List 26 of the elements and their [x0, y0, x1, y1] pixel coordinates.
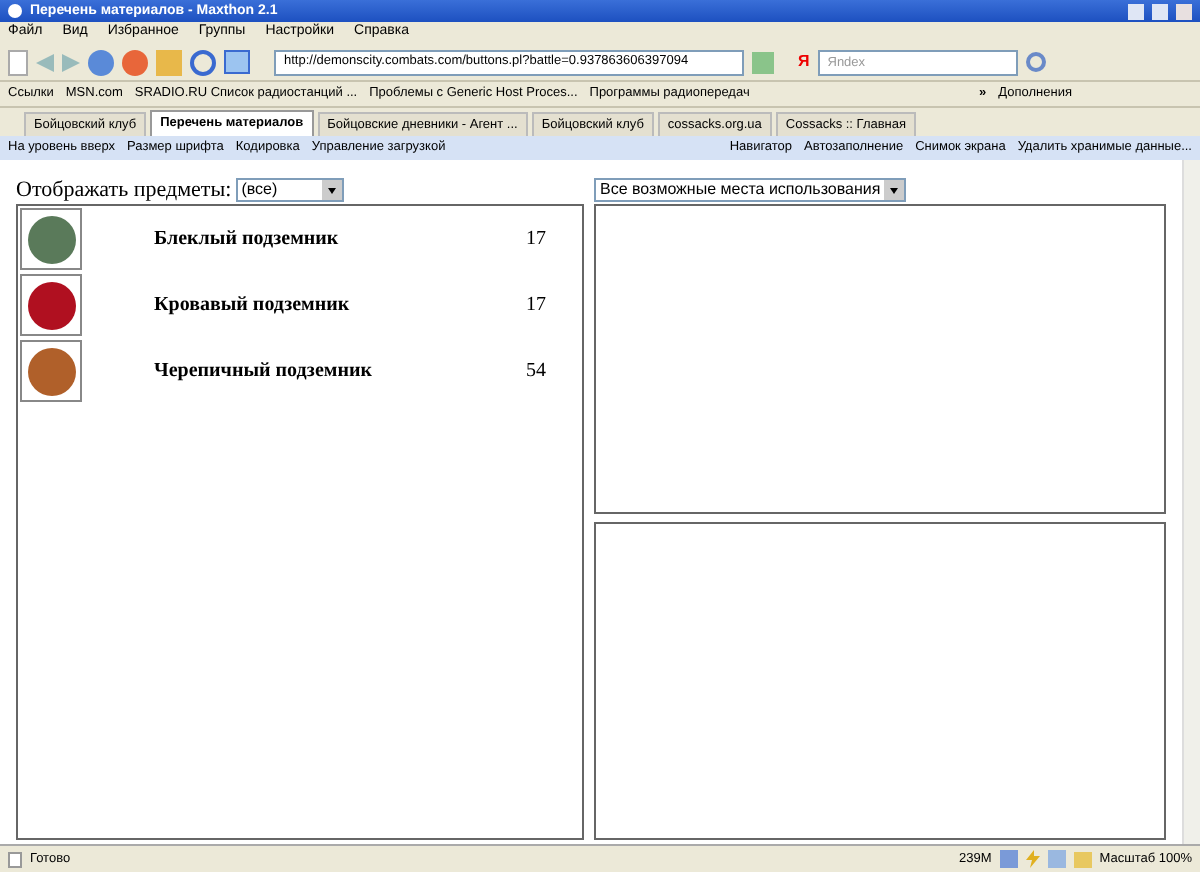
filter-dropdown[interactable]: (все) — [235, 178, 344, 202]
app-icon — [8, 4, 22, 18]
forward-icon[interactable] — [62, 53, 80, 71]
item-icon[interactable] — [20, 274, 82, 336]
close-button[interactable] — [1176, 3, 1192, 19]
item-count: 17 — [526, 226, 546, 254]
status-icon[interactable] — [1047, 850, 1066, 868]
item-name: Блеклый подземник — [154, 226, 341, 254]
back-icon[interactable] — [36, 53, 54, 71]
item-count: 54 — [526, 358, 546, 386]
places-dropdown[interactable]: Все возможные места использования — [594, 178, 907, 202]
new-page-icon[interactable] — [8, 49, 28, 75]
page-icon — [8, 851, 22, 867]
item-name: Черепичный подземник — [154, 358, 374, 386]
status-icon[interactable] — [999, 850, 1018, 868]
item-icon[interactable] — [20, 208, 82, 270]
filter-label: Отображать предметы: — [16, 175, 232, 206]
item-icon[interactable] — [20, 340, 82, 402]
window-icon[interactable] — [224, 50, 250, 74]
scrollbar[interactable] — [1182, 160, 1200, 844]
item-count: 17 — [526, 292, 546, 320]
maximize-button[interactable] — [1152, 3, 1168, 19]
search-engine-logo: Я — [798, 50, 810, 74]
lightning-icon[interactable] — [1025, 850, 1040, 868]
minimize-button[interactable] — [1128, 3, 1144, 19]
item-name: Кровавый подземник — [154, 292, 352, 320]
